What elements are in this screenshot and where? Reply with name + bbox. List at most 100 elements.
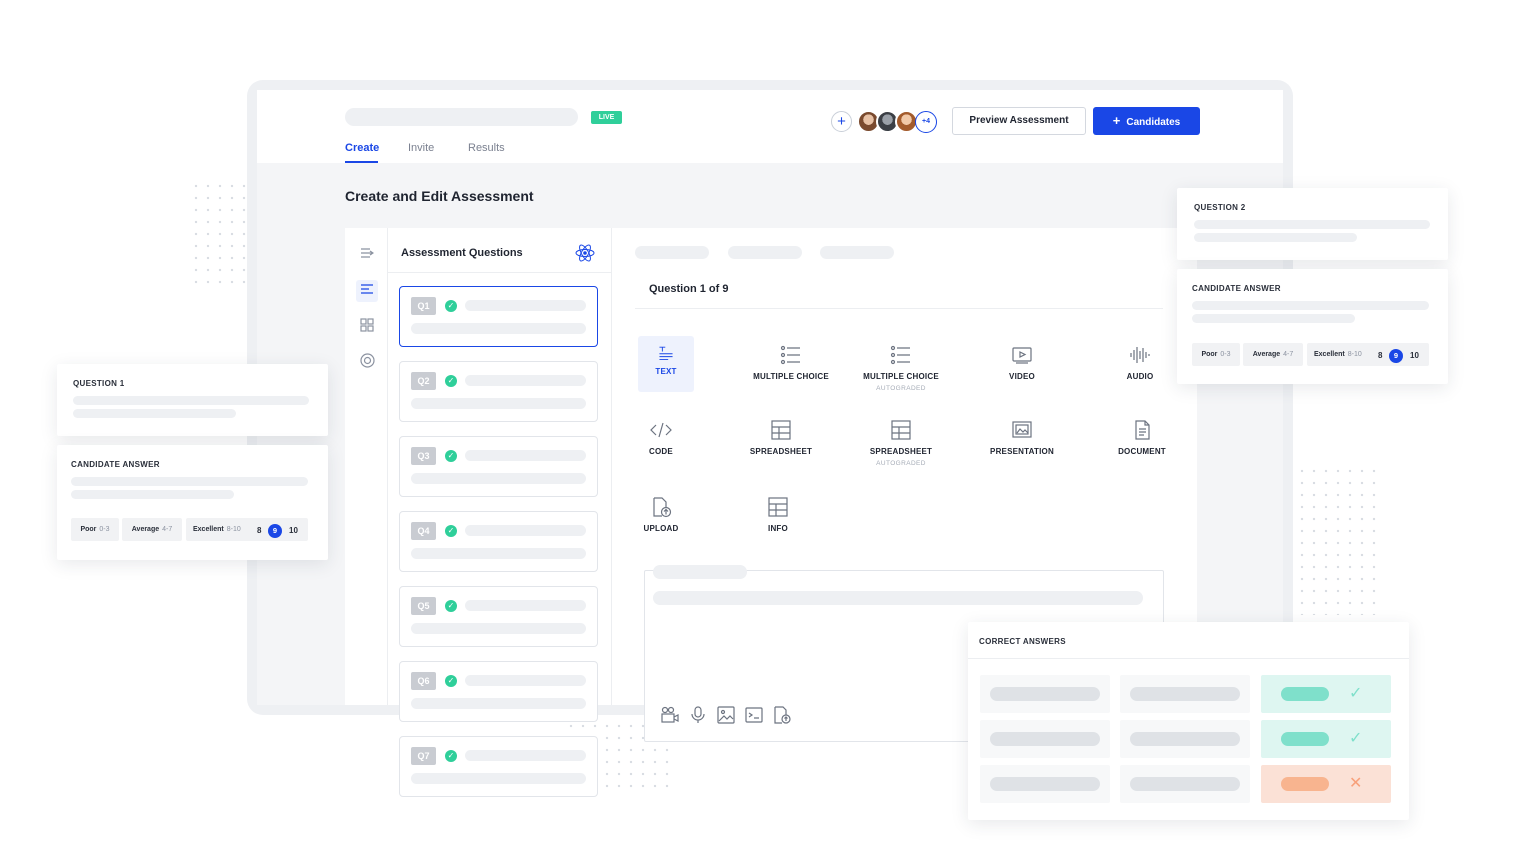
editor-tab-placeholder [635, 246, 709, 259]
question-number: Q4 [411, 522, 436, 540]
reorder-icon[interactable] [356, 244, 378, 266]
info-table-icon [768, 497, 788, 517]
more-collaborators-badge[interactable]: +4 [915, 111, 937, 133]
rating-poor[interactable]: Poor 0-3 [71, 518, 119, 541]
video-record-icon[interactable] [660, 705, 680, 725]
list-icon [890, 345, 910, 365]
question-item[interactable]: Q5 ✓ [399, 586, 598, 647]
text-placeholder [411, 398, 586, 409]
type-multiple-choice[interactable]: MULTIPLE CHOICE [736, 344, 846, 381]
text-placeholder [465, 675, 586, 686]
type-multiple-choice-autograded[interactable]: MULTIPLE CHOICE AUTOGRADED [846, 344, 956, 392]
editor-tab-placeholder [820, 246, 894, 259]
text-placeholder [990, 687, 1100, 701]
terminal-icon[interactable] [744, 705, 764, 725]
rating-range: 8-10 [226, 526, 241, 533]
text-placeholder [1192, 301, 1429, 310]
score-option[interactable]: 8 [1378, 351, 1382, 360]
list-icon [780, 345, 800, 365]
text-placeholder [411, 698, 586, 709]
question-item[interactable]: Q2 ✓ [399, 361, 598, 422]
image-icon[interactable] [716, 705, 736, 725]
text-placeholder [1194, 220, 1430, 229]
tab-results[interactable]: Results [468, 142, 505, 154]
type-label: SPREADSHEET [869, 447, 933, 456]
question-item[interactable]: Q1 ✓ [399, 286, 598, 347]
question-item[interactable]: Q7 ✓ [399, 736, 598, 797]
question-item[interactable]: Q6 ✓ [399, 661, 598, 722]
text-placeholder [1130, 687, 1240, 701]
answer-cell [1120, 765, 1250, 803]
question-item[interactable]: Q3 ✓ [399, 436, 598, 497]
check-icon: ✓ [445, 450, 457, 462]
preview-assessment-button[interactable]: Preview Assessment [952, 107, 1086, 135]
text-placeholder [1192, 314, 1355, 323]
score-option[interactable]: 8 [257, 526, 261, 535]
question-number: Q1 [411, 297, 436, 315]
settings-target-icon[interactable] [356, 352, 378, 374]
tab-create[interactable]: Create [345, 142, 379, 154]
text-placeholder [411, 323, 586, 334]
text-icon [659, 346, 673, 361]
grid-view-icon[interactable] [356, 316, 378, 338]
score-option-selected[interactable]: 9 [1389, 349, 1403, 363]
rating-label: Excellent [1314, 351, 1345, 358]
rating-average[interactable]: Average 4-7 [1243, 343, 1303, 366]
check-icon: ✓ [445, 750, 457, 762]
answer-result-correct: ✓ [1261, 720, 1391, 758]
type-spreadsheet-autograded[interactable]: SPREADSHEET AUTOGRADED [846, 419, 956, 467]
type-label: VIDEO [1009, 372, 1035, 381]
add-collaborator-button[interactable]: + [831, 111, 852, 132]
candidate-answer-card: CANDIDATE ANSWER Poor 0-3 Average 4-7 Exce… [57, 445, 328, 560]
add-candidates-button[interactable]: + Candidates [1093, 107, 1200, 135]
score-option[interactable]: 10 [289, 526, 298, 535]
rating-range: 0-3 [1220, 351, 1231, 358]
candidates-label: Candidates [1126, 117, 1181, 128]
live-badge: LIVE [591, 111, 622, 124]
page-title: Create and Edit Assessment [345, 188, 534, 204]
type-upload[interactable]: UPLOAD [606, 496, 716, 533]
text-placeholder [71, 477, 308, 486]
rating-average[interactable]: Average 4-7 [122, 518, 182, 541]
type-code[interactable]: CODE [606, 419, 716, 456]
text-placeholder [465, 450, 586, 461]
answer-cell [1120, 675, 1250, 713]
check-icon: ✓ [1349, 685, 1363, 702]
text-placeholder [411, 473, 586, 484]
microphone-icon[interactable] [688, 705, 708, 725]
type-label: CODE [649, 447, 673, 456]
type-presentation[interactable]: PRESENTATION [967, 419, 1077, 456]
type-text-label: TEXT [655, 367, 677, 376]
text-placeholder [411, 623, 586, 634]
type-text[interactable]: TEXT [638, 336, 694, 392]
question-item[interactable]: Q4 ✓ [399, 511, 598, 572]
type-info[interactable]: INFO [723, 496, 833, 533]
tab-invite[interactable]: Invite [408, 142, 434, 154]
type-document[interactable]: DOCUMENT [1087, 419, 1197, 456]
text-placeholder [1130, 732, 1240, 746]
type-spreadsheet[interactable]: SPREADSHEET [726, 419, 836, 456]
side-toolbar [345, 228, 388, 705]
answer-cell [980, 675, 1110, 713]
type-label: MULTIPLE CHOICE [753, 372, 829, 381]
code-icon [650, 422, 672, 438]
answer-cell [980, 765, 1110, 803]
score-option-selected[interactable]: 9 [268, 524, 282, 538]
answer-result-correct: ✓ [1261, 675, 1391, 713]
attach-file-icon[interactable] [772, 705, 792, 725]
score-option[interactable]: 10 [1410, 351, 1419, 360]
type-video[interactable]: VIDEO [967, 344, 1077, 381]
type-sublabel: AUTOGRADED [876, 460, 926, 467]
text-placeholder [71, 490, 234, 499]
assessment-name-placeholder [345, 108, 578, 126]
spreadsheet-icon [771, 420, 791, 440]
text-placeholder [465, 525, 586, 536]
ai-atom-icon[interactable] [575, 243, 595, 263]
text-placeholder [1281, 732, 1329, 746]
rating-poor[interactable]: Poor 0-3 [1192, 343, 1240, 366]
question-number: Q7 [411, 747, 436, 765]
editor-toolbar-placeholder [653, 565, 747, 579]
type-sublabel: AUTOGRADED [876, 385, 926, 392]
text-placeholder [990, 777, 1100, 791]
questions-list-icon[interactable] [356, 280, 378, 302]
